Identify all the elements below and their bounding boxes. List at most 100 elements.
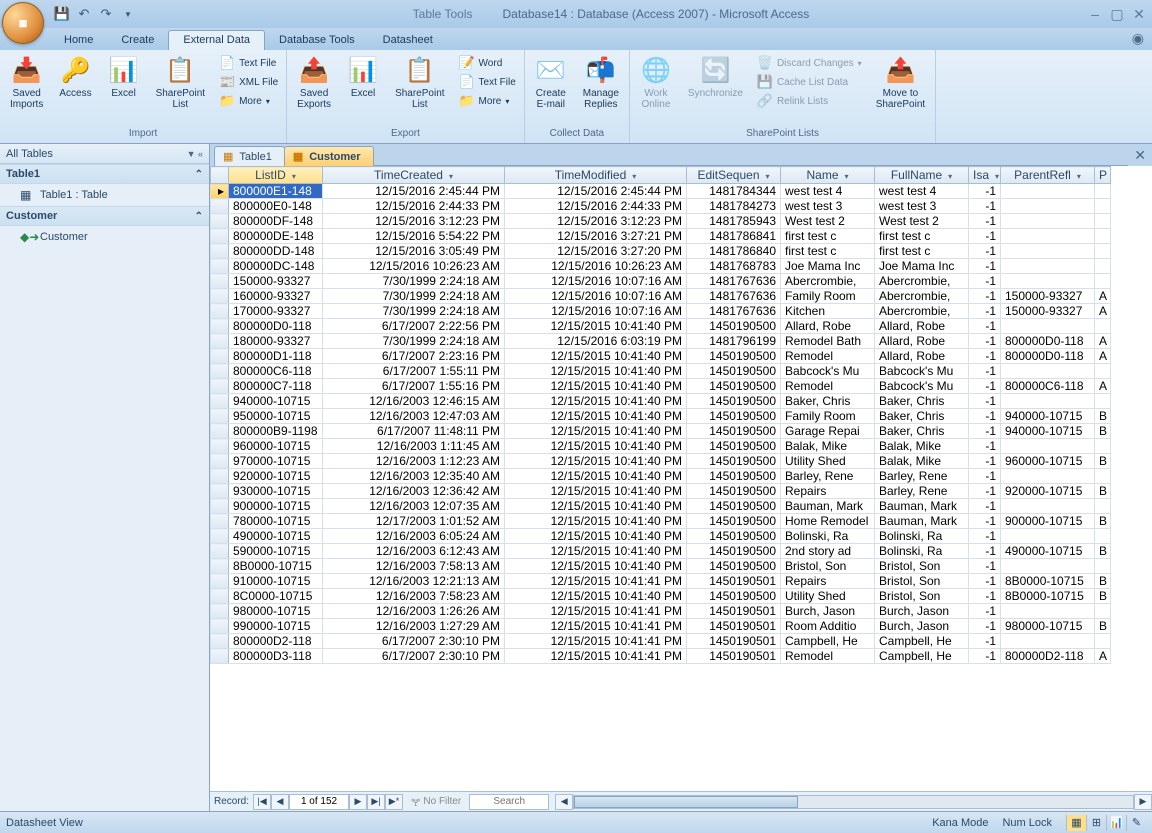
cell[interactable]: 12/16/2003 12:46:15 AM: [323, 394, 505, 409]
move-to-sharepoint-button[interactable]: 📤Move to SharePoint: [870, 52, 931, 126]
cell[interactable]: 7/30/1999 2:24:18 AM: [323, 334, 505, 349]
row-selector[interactable]: [211, 349, 229, 364]
cell[interactable]: Balak, Mike: [875, 439, 969, 454]
cell[interactable]: 1481784273: [687, 199, 781, 214]
col-fullname[interactable]: FullName▾: [875, 167, 969, 184]
cell[interactable]: -1: [969, 394, 1001, 409]
cell[interactable]: 1481767636: [687, 289, 781, 304]
cell[interactable]: -1: [969, 349, 1001, 364]
col-timemodified[interactable]: TimeModified▾: [505, 167, 687, 184]
row-selector[interactable]: [211, 364, 229, 379]
cell[interactable]: 6/17/2007 2:30:10 PM: [323, 649, 505, 664]
undo-icon[interactable]: ↶: [76, 6, 92, 22]
row-selector[interactable]: [211, 604, 229, 619]
cell[interactable]: Abercrombie,: [875, 289, 969, 304]
cell[interactable]: 1450190500: [687, 409, 781, 424]
table-row[interactable]: 180000-933277/30/1999 2:24:18 AM12/15/20…: [211, 334, 1111, 349]
cell[interactable]: west test 3: [875, 199, 969, 214]
cell[interactable]: Babcock's Mu: [875, 364, 969, 379]
table-row[interactable]: 800000D2-1186/17/2007 2:30:10 PM12/15/20…: [211, 634, 1111, 649]
row-selector[interactable]: [211, 424, 229, 439]
cell[interactable]: [1001, 259, 1095, 274]
cell[interactable]: 12/15/2016 10:26:23 AM: [323, 259, 505, 274]
cell[interactable]: first test c: [781, 229, 875, 244]
row-selector[interactable]: [211, 529, 229, 544]
cell[interactable]: 8B0000-10715: [1001, 574, 1095, 589]
cell[interactable]: Repairs: [781, 574, 875, 589]
cell[interactable]: [1095, 499, 1111, 514]
row-selector[interactable]: [211, 274, 229, 289]
table-row[interactable]: 800000C7-1186/17/2007 1:55:16 PM12/15/20…: [211, 379, 1111, 394]
search-input[interactable]: [469, 794, 549, 810]
export-more-button[interactable]: 📁More ▾: [455, 92, 520, 110]
collapse-icon[interactable]: ⌃: [195, 169, 203, 180]
doc-tab-table1[interactable]: ▦Table1: [214, 146, 285, 166]
cell[interactable]: Allard, Robe: [875, 334, 969, 349]
row-selector[interactable]: [211, 484, 229, 499]
cell[interactable]: 12/16/2003 12:35:40 AM: [323, 469, 505, 484]
row-selector[interactable]: [211, 454, 229, 469]
cell[interactable]: -1: [969, 304, 1001, 319]
cell[interactable]: 12/16/2003 1:12:23 AM: [323, 454, 505, 469]
cell[interactable]: 1450190501: [687, 634, 781, 649]
cell[interactable]: Bristol, Son: [875, 559, 969, 574]
cell[interactable]: 1481767636: [687, 274, 781, 289]
cell[interactable]: Baker, Chris: [875, 409, 969, 424]
next-record-button[interactable]: ▶: [349, 794, 367, 810]
cell[interactable]: [1001, 214, 1095, 229]
cell[interactable]: 12/16/2003 12:36:42 AM: [323, 484, 505, 499]
cell[interactable]: 980000-10715: [1001, 619, 1095, 634]
cell[interactable]: [1095, 634, 1111, 649]
row-selector[interactable]: [211, 229, 229, 244]
cell[interactable]: Burch, Jason: [875, 619, 969, 634]
table-row[interactable]: 960000-1071512/16/2003 1:11:45 AM12/15/2…: [211, 439, 1111, 454]
cell[interactable]: first test c: [875, 244, 969, 259]
cell[interactable]: [1095, 199, 1111, 214]
cell[interactable]: 920000-10715: [229, 469, 323, 484]
cell[interactable]: Campbell, He: [875, 649, 969, 664]
cell[interactable]: -1: [969, 229, 1001, 244]
cell[interactable]: 12/15/2015 10:41:41 PM: [505, 574, 687, 589]
cell[interactable]: 1450190500: [687, 484, 781, 499]
prev-record-button[interactable]: ◀: [271, 794, 289, 810]
cell[interactable]: Joe Mama Inc: [875, 259, 969, 274]
col-listid[interactable]: ListID▾: [229, 167, 323, 184]
table-row[interactable]: 800000DE-14812/15/2016 5:54:22 PM12/15/2…: [211, 229, 1111, 244]
scroll-right-button[interactable]: ▶: [1134, 794, 1152, 810]
cell[interactable]: 7/30/1999 2:24:18 AM: [323, 289, 505, 304]
cell[interactable]: 1450190500: [687, 544, 781, 559]
tab-home[interactable]: Home: [50, 31, 107, 50]
cell[interactable]: [1001, 394, 1095, 409]
cell[interactable]: [1095, 394, 1111, 409]
cell[interactable]: 12/15/2016 2:44:33 PM: [323, 199, 505, 214]
cell[interactable]: 800000C6-118: [229, 364, 323, 379]
cell[interactable]: Bristol, Son: [781, 559, 875, 574]
cell[interactable]: A: [1095, 334, 1111, 349]
cell[interactable]: Bauman, Mark: [875, 499, 969, 514]
cell[interactable]: 12/15/2015 10:41:40 PM: [505, 424, 687, 439]
cell[interactable]: 12/16/2003 6:05:24 AM: [323, 529, 505, 544]
cell[interactable]: [1001, 559, 1095, 574]
table-row[interactable]: 910000-1071512/16/2003 12:21:13 AM12/15/…: [211, 574, 1111, 589]
table-row[interactable]: 800000DF-14812/15/2016 3:12:23 PM12/15/2…: [211, 214, 1111, 229]
cell[interactable]: 800000B9-1198: [229, 424, 323, 439]
cell[interactable]: Kitchen: [781, 304, 875, 319]
cell[interactable]: -1: [969, 559, 1001, 574]
cell[interactable]: A: [1095, 649, 1111, 664]
cell[interactable]: 990000-10715: [229, 619, 323, 634]
nav-item-table1[interactable]: ▦ Table1 : Table: [0, 184, 209, 206]
cell[interactable]: 1450190500: [687, 454, 781, 469]
cell[interactable]: 1450190500: [687, 529, 781, 544]
cell[interactable]: Room Additio: [781, 619, 875, 634]
nav-section-table1[interactable]: Table1⌃: [0, 164, 209, 184]
cell[interactable]: Burch, Jason: [875, 604, 969, 619]
cell[interactable]: 800000DE-148: [229, 229, 323, 244]
cell[interactable]: 1481786841: [687, 229, 781, 244]
col-editsequence[interactable]: EditSequen▾: [687, 167, 781, 184]
cell[interactable]: 180000-93327: [229, 334, 323, 349]
cell[interactable]: [1095, 244, 1111, 259]
cell[interactable]: 6/17/2007 2:22:56 PM: [323, 319, 505, 334]
cell[interactable]: 970000-10715: [229, 454, 323, 469]
row-selector[interactable]: [211, 439, 229, 454]
table-row[interactable]: 150000-933277/30/1999 2:24:18 AM12/15/20…: [211, 274, 1111, 289]
